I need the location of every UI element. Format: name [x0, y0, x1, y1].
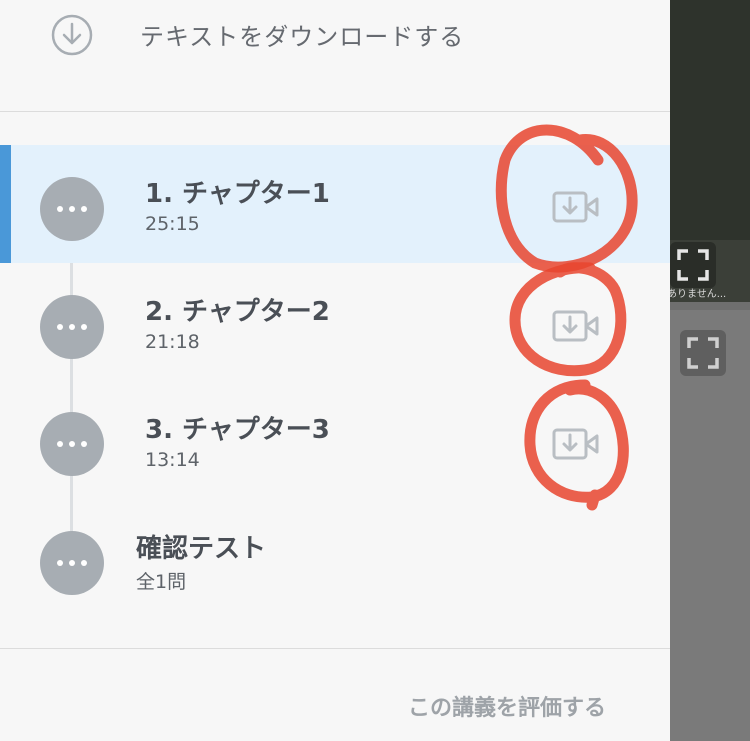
- chapter-duration: 21:18: [145, 331, 200, 353]
- video-caption: ありません...: [667, 289, 727, 300]
- divider: [0, 111, 670, 112]
- more-dots-icon[interactable]: [40, 531, 104, 595]
- video-download-icon[interactable]: [548, 187, 604, 227]
- video-area-top: [670, 0, 750, 240]
- chapter-title: 3. チャプター3: [145, 415, 330, 445]
- fullscreen-button-secondary[interactable]: [680, 330, 726, 376]
- video-download-icon[interactable]: [548, 306, 604, 346]
- more-dots-icon[interactable]: [40, 412, 104, 476]
- download-text-label: テキストをダウンロードする: [140, 23, 465, 51]
- more-dots-icon[interactable]: [40, 177, 104, 241]
- chapter-duration: 25:15: [145, 213, 200, 235]
- fullscreen-icon: [677, 249, 709, 281]
- video-download-icon[interactable]: [548, 424, 604, 464]
- chapter-duration: 13:14: [145, 449, 200, 471]
- rate-lecture-link[interactable]: この講義を評価する: [408, 690, 606, 722]
- divider: [0, 648, 670, 649]
- more-dots-icon[interactable]: [40, 295, 104, 359]
- chapter-panel: テキストをダウンロードする 1. チャプター1 25:15 2. チャプター2 …: [0, 0, 670, 741]
- chapter-title: 1. チャプター1: [145, 179, 330, 209]
- active-indicator: [0, 145, 11, 263]
- test-question-count: 全1問: [136, 571, 187, 593]
- fullscreen-icon: [687, 337, 719, 369]
- download-circle-icon: [51, 14, 93, 56]
- fullscreen-button[interactable]: [670, 242, 716, 288]
- chapter-title: 2. チャプター2: [145, 297, 330, 327]
- download-text-row[interactable]: テキストをダウンロードする: [0, 0, 670, 72]
- test-title: 確認テスト: [136, 534, 267, 564]
